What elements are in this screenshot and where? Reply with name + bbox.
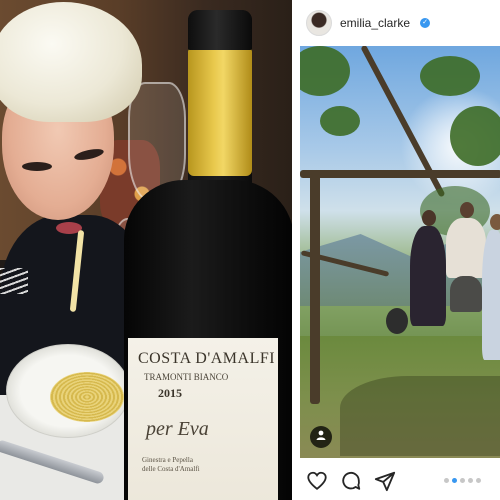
foliage <box>300 46 350 96</box>
bottle-foil <box>188 46 252 176</box>
person-in-floral-dress <box>410 226 446 326</box>
verified-badge-icon: ✓ <box>420 18 430 28</box>
foliage <box>320 106 360 136</box>
pasta <box>50 372 124 422</box>
person-head <box>460 202 474 218</box>
tree-shadow <box>340 376 500 456</box>
wine-bottle: COSTA D'AMALFI TRAMONTI BIANCO 2015 per … <box>124 10 292 500</box>
carousel-dot-active <box>452 478 457 483</box>
person-tag-icon[interactable] <box>310 426 332 448</box>
shirt-stripes <box>0 268 28 294</box>
right-eye <box>73 146 105 163</box>
pergola-beam <box>300 170 500 178</box>
carousel-dot <box>460 478 465 483</box>
wine-appellation: TRAMONTI BIANCO <box>144 372 229 382</box>
heart-icon[interactable] <box>306 470 328 492</box>
carousel-dot <box>468 478 473 483</box>
carousel-dot <box>476 478 481 483</box>
person-in-blue-dress <box>482 230 500 360</box>
wine-label: COSTA D'AMALFI TRAMONTI BIANCO 2015 per … <box>128 338 278 500</box>
person-in-white-shirt <box>446 218 486 278</box>
post-actions <box>294 462 500 500</box>
person-head <box>490 214 500 230</box>
wine-name: per Eva <box>146 418 209 440</box>
username[interactable]: emilia_clarke <box>340 16 410 30</box>
left-eye <box>22 162 52 171</box>
bottle-cap <box>188 10 252 50</box>
straw-hat <box>386 308 408 334</box>
post-header: emilia_clarke ✓ <box>294 0 500 46</box>
shorts <box>450 276 482 312</box>
dinner-photo: COSTA D'AMALFI TRAMONTI BIANCO 2015 per … <box>0 0 292 500</box>
wine-fine-print: Ginestra e Pepella delle Costa d'Amalfi <box>142 456 200 473</box>
comment-icon[interactable] <box>340 470 362 492</box>
wine-vintage: 2015 <box>158 386 182 400</box>
avatar[interactable] <box>306 10 332 36</box>
pergola-post <box>310 174 320 404</box>
foliage <box>450 106 500 166</box>
send-icon[interactable] <box>374 470 396 492</box>
instagram-post: emilia_clarke ✓ <box>292 0 500 500</box>
person-head <box>422 210 436 226</box>
carousel-indicator <box>444 478 481 483</box>
wine-brand: COSTA D'AMALFI <box>138 350 276 367</box>
carousel-dot <box>444 478 449 483</box>
post-photo[interactable] <box>300 46 500 458</box>
foliage <box>420 56 480 96</box>
